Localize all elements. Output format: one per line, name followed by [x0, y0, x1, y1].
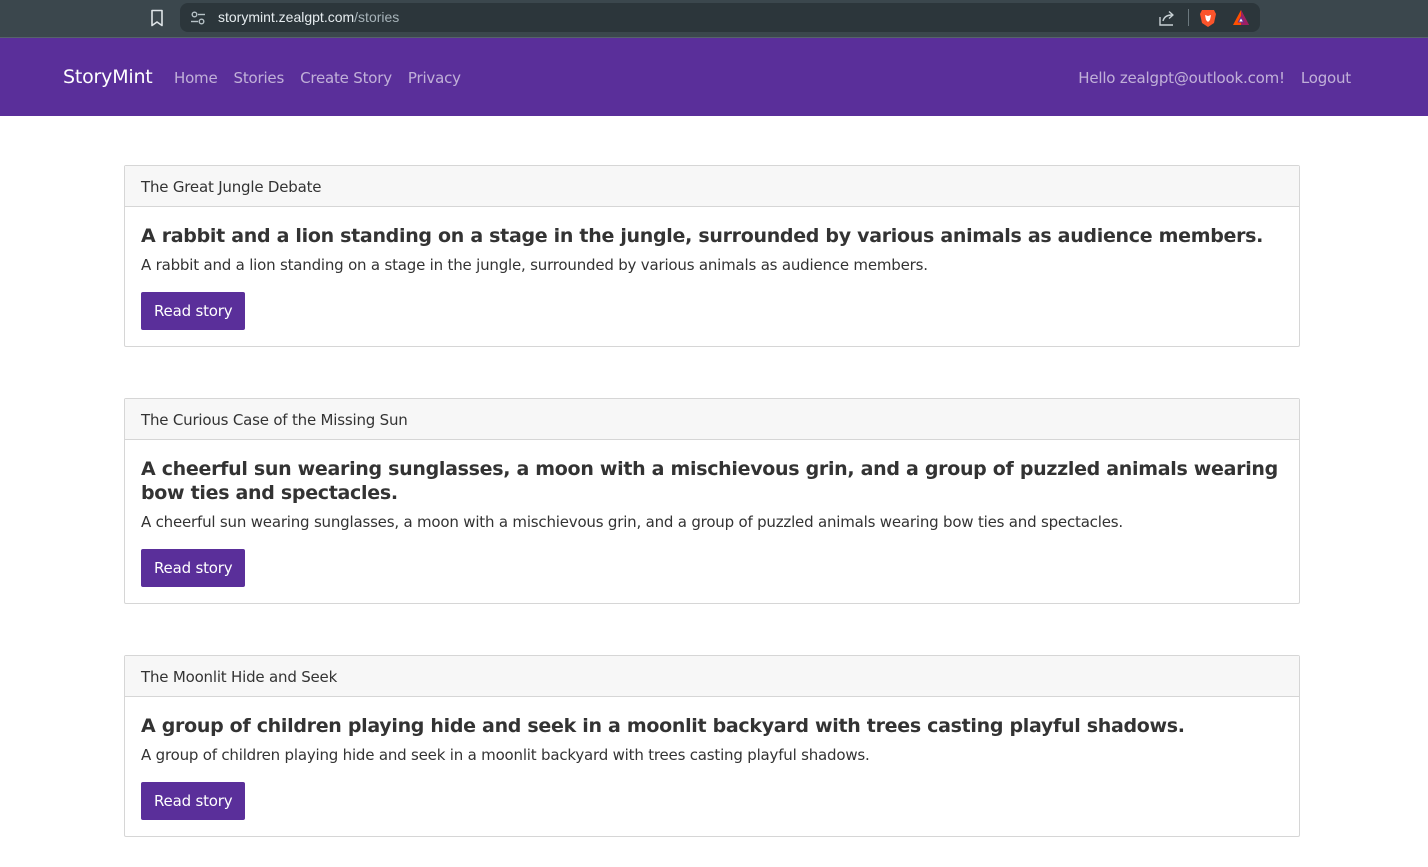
read-story-button[interactable]: Read story — [141, 292, 246, 330]
story-card-body: A group of children playing hide and see… — [125, 697, 1299, 836]
bookmark-icon[interactable] — [148, 8, 166, 28]
story-card-header: The Curious Case of the Missing Sun — [125, 399, 1299, 440]
address-bar[interactable]: storymint.zealgpt.com/stories — [180, 3, 1260, 32]
url-text: storymint.zealgpt.com/stories — [218, 9, 399, 25]
story-card-header: The Moonlit Hide and Seek — [125, 656, 1299, 697]
user-greeting-link[interactable]: Hello zealgpt@outlook.com! — [1078, 69, 1285, 87]
nav-links: Home Stories Create Story Privacy — [174, 69, 461, 87]
story-card: The Curious Case of the Missing Sun A ch… — [124, 398, 1300, 604]
url-path: /stories — [354, 9, 400, 25]
url-host: storymint.zealgpt.com — [218, 9, 355, 25]
story-card-title: A group of children playing hide and see… — [141, 715, 1185, 737]
story-card: The Moonlit Hide and Seek A group of chi… — [124, 655, 1300, 837]
nav-link-home[interactable]: Home — [174, 69, 218, 87]
read-story-button[interactable]: Read story — [141, 549, 246, 587]
read-story-button[interactable]: Read story — [141, 782, 246, 820]
brand-logo[interactable]: StoryMint — [63, 66, 153, 88]
story-card-title: A cheerful sun wearing sunglasses, a moo… — [141, 458, 1278, 504]
address-bar-divider — [1188, 9, 1189, 26]
story-card-title: A rabbit and a lion standing on a stage … — [141, 225, 1264, 247]
browser-toolbar: storymint.zealgpt.com/stories — [0, 0, 1428, 38]
nav-link-create-story[interactable]: Create Story — [300, 69, 392, 87]
story-card: The Great Jungle Debate A rabbit and a l… — [124, 165, 1300, 347]
share-icon[interactable] — [1158, 9, 1176, 27]
story-card-text: A cheerful sun wearing sunglasses, a moo… — [141, 513, 1123, 531]
logout-link[interactable]: Logout — [1301, 69, 1351, 87]
story-card-text: A group of children playing hide and see… — [141, 746, 870, 764]
nav-link-stories[interactable]: Stories — [234, 69, 285, 87]
site-settings-icon[interactable] — [190, 10, 206, 26]
story-card-header: The Great Jungle Debate — [125, 166, 1299, 207]
story-card-body: A cheerful sun wearing sunglasses, a moo… — [125, 440, 1299, 603]
nav-link-privacy[interactable]: Privacy — [408, 69, 461, 87]
story-card-body: A rabbit and a lion standing on a stage … — [125, 207, 1299, 346]
nav-account: Hello zealgpt@outlook.com! Logout — [1078, 69, 1351, 87]
brave-rewards-icon[interactable] — [1232, 9, 1250, 26]
site-navbar: StoryMint Home Stories Create Story Priv… — [0, 38, 1428, 116]
story-card-text: A rabbit and a lion standing on a stage … — [141, 256, 928, 274]
brave-shields-icon[interactable] — [1199, 8, 1217, 28]
